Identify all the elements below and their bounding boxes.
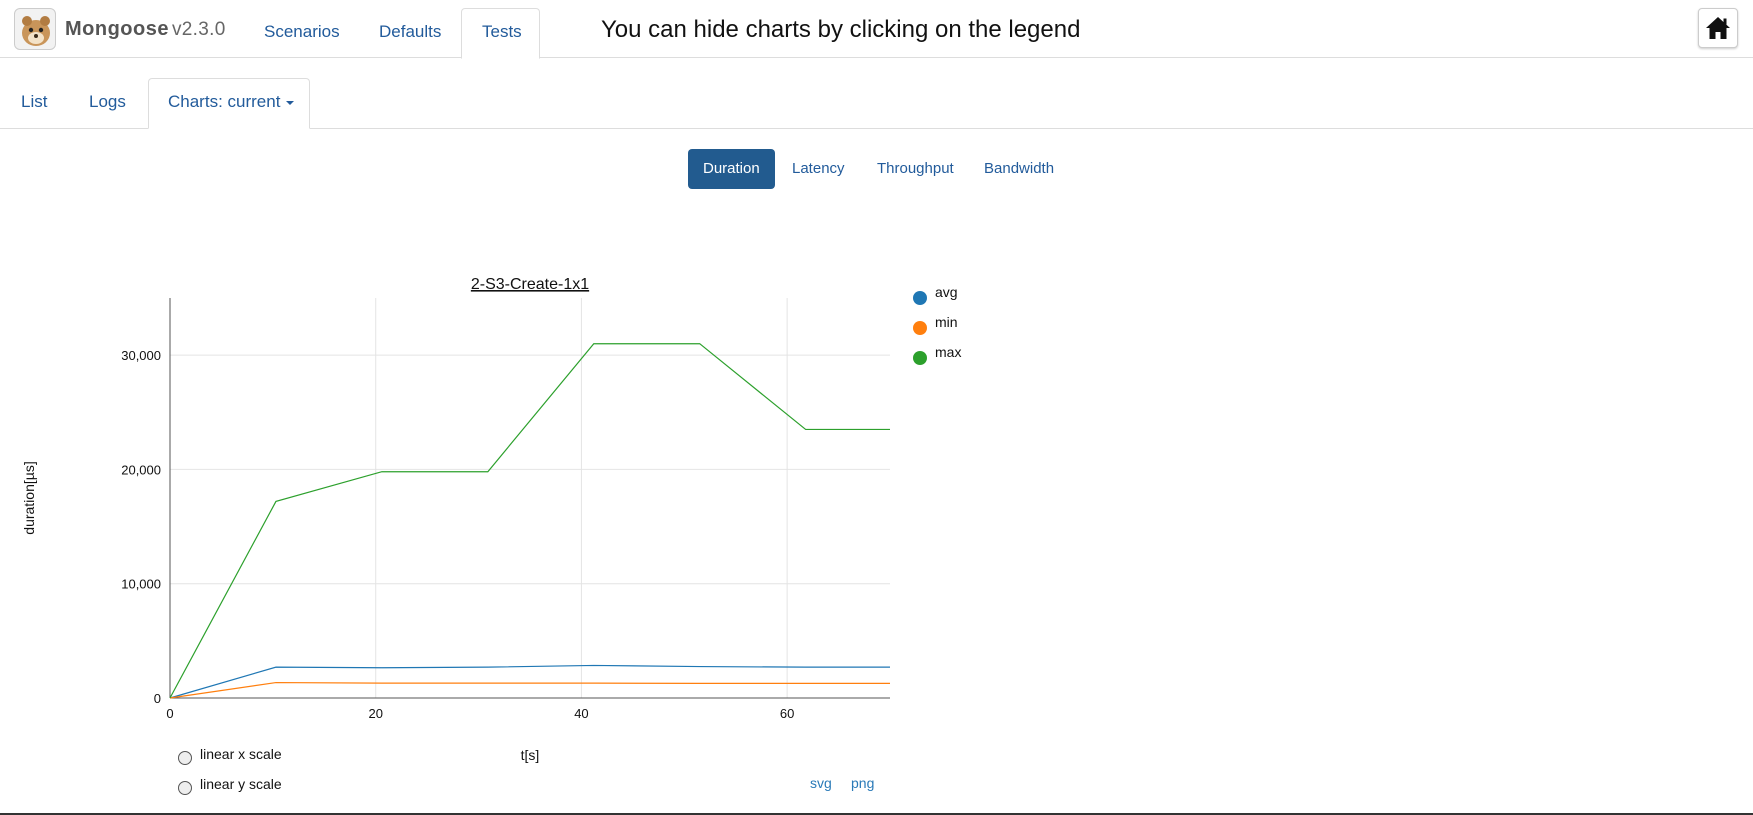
legend-label-avg[interactable]: avg	[935, 284, 958, 300]
home-icon	[1706, 17, 1730, 39]
export-svg-link[interactable]: svg	[810, 775, 832, 791]
series-line-min	[169, 681, 890, 699]
tab-tests[interactable]: Tests	[482, 22, 522, 42]
series-line-avg	[169, 664, 890, 699]
app-version: v2.3.0	[172, 19, 226, 40]
hint-text: You can hide charts by clicking on the l…	[601, 16, 1081, 43]
x-tick-label: 40	[574, 706, 588, 721]
chart-series	[169, 343, 890, 699]
x-axis-label: t[s]	[521, 747, 540, 763]
tab-defaults[interactable]: Defaults	[379, 22, 441, 42]
chevron-down-icon	[286, 100, 295, 105]
metric-duration-button[interactable]: Duration	[688, 149, 775, 189]
legend-marker-min[interactable]	[913, 321, 927, 335]
mongoose-logo-icon[interactable]	[14, 8, 56, 50]
top-navbar: Mongoose v2.3.0 Scenarios Defaults Tests…	[0, 0, 1753, 59]
y-tick-label: 0	[154, 691, 161, 706]
metric-latency-button[interactable]: Latency	[777, 149, 860, 189]
linear-x-scale-label[interactable]: linear x scale	[200, 746, 282, 762]
tab-logs[interactable]: Logs	[89, 92, 126, 112]
x-tick-label: 0	[166, 706, 173, 721]
chart-title: 2-S3-Create-1x1	[471, 276, 589, 293]
chart-grid	[170, 298, 890, 698]
legend-label-max[interactable]: max	[935, 344, 961, 360]
metric-throughput-button[interactable]: Throughput	[862, 149, 969, 189]
metric-bandwidth-button[interactable]: Bandwidth	[969, 149, 1069, 189]
x-tick-label: 20	[368, 706, 382, 721]
tab-list[interactable]: List	[21, 92, 47, 112]
chart-axes: 0 20 40 60 0 10,000 20,000 30,000	[121, 298, 890, 721]
tab-charts-dropdown[interactable]: Charts: current	[168, 92, 295, 112]
chart-legend[interactable]: avg min max	[913, 284, 961, 365]
y-axis-label: duration[µs]	[21, 461, 37, 534]
linear-y-scale-label[interactable]: linear y scale	[200, 776, 282, 792]
x-tick-label: 60	[780, 706, 794, 721]
y-tick-label: 20,000	[121, 462, 161, 477]
duration-chart: 0 20 40 60 0 10,000 20,000 30,000 avg min max 2-S…	[21, 276, 961, 763]
legend-marker-max[interactable]	[913, 351, 927, 365]
linear-x-scale-radio[interactable]	[178, 751, 192, 765]
y-tick-label: 30,000	[121, 348, 161, 363]
legend-marker-avg[interactable]	[913, 291, 927, 305]
tab-charts-label: Charts: current	[168, 92, 281, 111]
legend-label-min[interactable]: min	[935, 314, 958, 330]
home-button[interactable]	[1698, 8, 1738, 48]
y-tick-label: 10,000	[121, 577, 161, 592]
export-png-link[interactable]: png	[851, 775, 874, 791]
app-brand[interactable]: Mongoose	[65, 18, 169, 41]
series-line-max	[169, 343, 890, 699]
linear-y-scale-radio[interactable]	[178, 781, 192, 795]
tab-scenarios[interactable]: Scenarios	[264, 22, 340, 42]
